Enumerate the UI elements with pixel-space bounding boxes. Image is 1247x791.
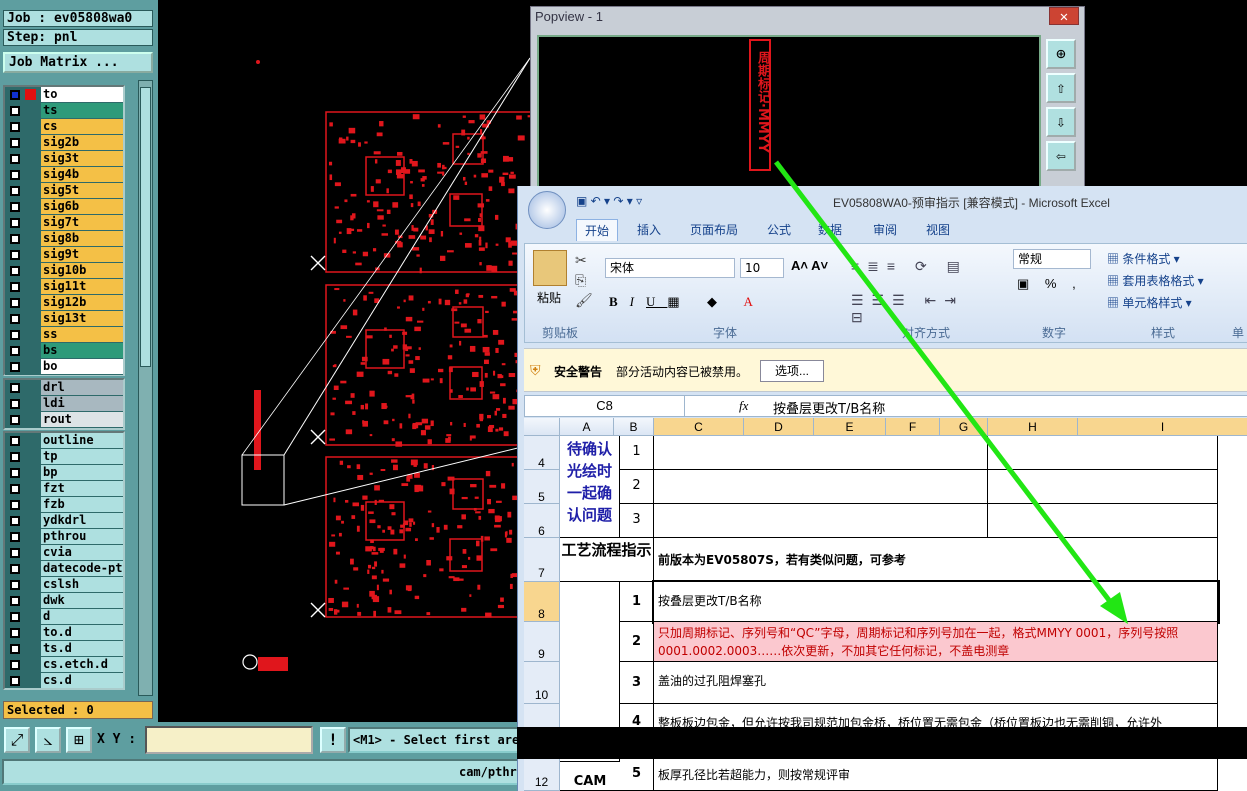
annotation-arrow bbox=[774, 160, 1128, 624]
